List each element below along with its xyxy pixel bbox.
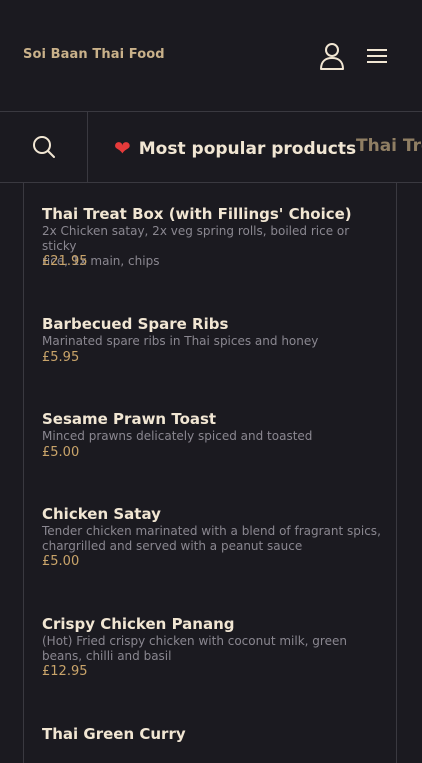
product-price: £5.95 bbox=[42, 350, 80, 365]
product-description-line: Minced prawns delicately spiced and toas… bbox=[42, 429, 313, 443]
product-description-line: 2x Chicken satay, 2x veg spring rolls, b… bbox=[42, 224, 350, 253]
category-tab-bar: ❤ Most popular products Thai Treat bbox=[0, 112, 422, 183]
product-description: Minced prawns delicately spiced and toas… bbox=[42, 429, 387, 444]
product-description: 2x Chicken satay, 2x veg spring rolls, b… bbox=[42, 224, 387, 269]
tab-most-popular[interactable]: ❤ Most popular products bbox=[114, 136, 356, 160]
product-card[interactable]: Chicken Satay Tender chicken marinated w… bbox=[23, 483, 397, 594]
product-description-line: (Hot) Fried crispy chicken with coconut … bbox=[42, 634, 347, 648]
hamburger-menu-icon[interactable] bbox=[365, 46, 389, 66]
product-price: £5.00 bbox=[42, 445, 80, 460]
product-card[interactable]: Crispy Chicken Panang (Hot) Fried crispy… bbox=[23, 593, 397, 704]
product-title: Thai Treat Box (with Fillings' Choice) bbox=[42, 205, 352, 223]
product-price: £12.95 bbox=[42, 664, 88, 679]
product-card[interactable]: Thai Treat Box (with Fillings' Choice) 2… bbox=[23, 183, 397, 294]
tab-label: Thai Treat bbox=[356, 136, 422, 156]
product-description: Tender chicken marinated with a blend of… bbox=[42, 524, 387, 554]
product-description-line: beans, chilli and basil bbox=[42, 649, 172, 663]
app-header: Soi Baan Thai Food bbox=[0, 0, 422, 112]
product-description-line: Marinated spare ribs in Thai spices and … bbox=[42, 334, 319, 348]
heart-icon: ❤ bbox=[114, 136, 131, 160]
product-title: Sesame Prawn Toast bbox=[42, 410, 217, 428]
brand-name[interactable]: Soi Baan Thai Food bbox=[23, 47, 165, 62]
product-description-line: rice, 1x main, chips bbox=[42, 254, 160, 268]
product-card[interactable]: Barbecued Spare Ribs Marinated spare rib… bbox=[23, 293, 397, 389]
user-icon[interactable] bbox=[319, 42, 345, 70]
product-card[interactable]: Sesame Prawn Toast Minced prawns delicat… bbox=[23, 388, 397, 484]
product-description-line: chargrilled and served with a peanut sau… bbox=[42, 539, 303, 553]
product-description-line: Tender chicken marinated with a blend of… bbox=[42, 524, 381, 538]
product-description: Marinated spare ribs in Thai spices and … bbox=[42, 334, 387, 349]
tab-thai-treat[interactable]: Thai Treat bbox=[356, 136, 422, 156]
search-button[interactable] bbox=[0, 112, 88, 182]
product-title: Barbecued Spare Ribs bbox=[42, 315, 229, 333]
product-title: Thai Green Curry bbox=[42, 725, 186, 743]
product-price: £21.95 bbox=[42, 254, 88, 269]
search-icon bbox=[33, 136, 55, 158]
product-price: £5.00 bbox=[42, 554, 80, 569]
product-title: Crispy Chicken Panang bbox=[42, 615, 235, 633]
product-card[interactable]: Thai Green Curry bbox=[23, 703, 397, 763]
tab-label: Most popular products bbox=[138, 139, 357, 159]
product-description: (Hot) Fried crispy chicken with coconut … bbox=[42, 634, 387, 664]
product-title: Chicken Satay bbox=[42, 505, 161, 523]
